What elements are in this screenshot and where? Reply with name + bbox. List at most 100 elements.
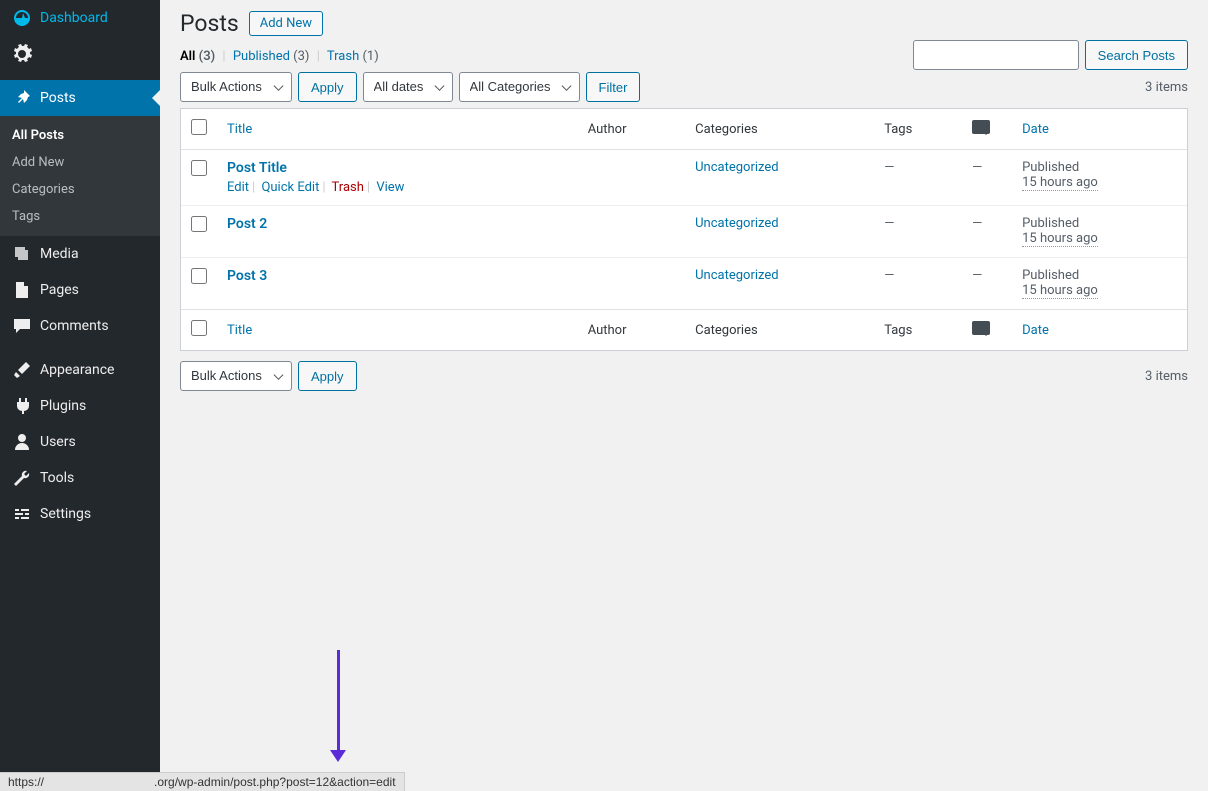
view-link[interactable]: View bbox=[376, 180, 404, 195]
date-filter-select[interactable]: All dates bbox=[363, 72, 453, 102]
submenu-all-posts[interactable]: All Posts bbox=[0, 122, 160, 149]
apply-button-bottom[interactable]: Apply bbox=[298, 361, 357, 391]
menu-pages[interactable]: Pages bbox=[0, 272, 160, 308]
search-box: Search Posts bbox=[913, 40, 1188, 70]
post-title-link[interactable]: Post 2 bbox=[227, 216, 267, 232]
menu-settings[interactable]: Settings bbox=[0, 496, 160, 532]
category-filter-select[interactable]: All Categories bbox=[459, 72, 580, 102]
posts-table: Title Author Categories Tags Date Post T… bbox=[180, 108, 1188, 351]
menu-users[interactable]: Users bbox=[0, 424, 160, 460]
table-row: Post 3 Uncategorized — — Published 15 ho… bbox=[181, 258, 1187, 309]
author-cell bbox=[578, 150, 685, 206]
menu-media[interactable]: Media bbox=[0, 236, 160, 272]
column-title-foot[interactable]: Title bbox=[227, 323, 252, 338]
search-input[interactable] bbox=[913, 40, 1079, 70]
submenu-categories[interactable]: Categories bbox=[0, 176, 160, 203]
row-actions: Edit| Quick Edit| Trash| View bbox=[227, 180, 568, 195]
view-published[interactable]: Published (3) bbox=[233, 49, 310, 64]
sliders-icon bbox=[12, 504, 32, 524]
submenu-tags[interactable]: Tags bbox=[0, 203, 160, 230]
column-author: Author bbox=[578, 109, 685, 150]
wrench-icon bbox=[12, 468, 32, 488]
category-link[interactable]: Uncategorized bbox=[695, 160, 778, 175]
column-date[interactable]: Date bbox=[1022, 122, 1049, 137]
select-all-checkbox-bottom[interactable] bbox=[191, 320, 207, 336]
column-author-foot: Author bbox=[578, 309, 685, 350]
menu-label: Users bbox=[40, 434, 76, 450]
menu-label: Appearance bbox=[40, 362, 114, 378]
menu-posts[interactable]: Posts bbox=[0, 80, 160, 116]
table-row: Post 2 Uncategorized — — Published 15 ho… bbox=[181, 206, 1187, 258]
page-title: Posts bbox=[180, 10, 239, 37]
menu-separator bbox=[0, 344, 160, 352]
column-categories: Categories bbox=[685, 109, 874, 150]
comment-icon bbox=[972, 321, 990, 335]
column-date-foot[interactable]: Date bbox=[1022, 323, 1049, 338]
comments-cell: — bbox=[962, 206, 1012, 258]
comment-icon bbox=[972, 120, 990, 134]
trash-link[interactable]: Trash bbox=[332, 180, 364, 195]
menu-label: Comments bbox=[40, 318, 109, 334]
date-cell: Published 15 hours ago bbox=[1012, 206, 1187, 258]
add-new-button[interactable]: Add New bbox=[249, 11, 323, 36]
menu-label: Media bbox=[40, 246, 79, 262]
pushpin-icon bbox=[12, 88, 32, 108]
menu-label: Pages bbox=[40, 282, 79, 298]
column-categories-foot: Categories bbox=[685, 309, 874, 350]
row-checkbox[interactable] bbox=[191, 268, 207, 284]
menu-appearance[interactable]: Appearance bbox=[0, 352, 160, 388]
post-title-link[interactable]: Post 3 bbox=[227, 268, 267, 284]
filter-button[interactable]: Filter bbox=[586, 72, 641, 102]
comment-icon bbox=[12, 316, 32, 336]
date-cell: Published 15 hours ago bbox=[1012, 258, 1187, 309]
category-link[interactable]: Uncategorized bbox=[695, 216, 778, 231]
admin-sidebar: Dashboard Posts All Posts Add New Catego… bbox=[0, 0, 160, 791]
quick-edit-link[interactable]: Quick Edit bbox=[261, 180, 319, 195]
menu-dashboard[interactable]: Dashboard bbox=[0, 0, 160, 36]
tags-cell: — bbox=[874, 206, 962, 258]
main-content: Posts Add New Search Posts All (3) | Pub… bbox=[160, 0, 1208, 391]
view-all[interactable]: All (3) bbox=[180, 49, 215, 64]
submenu-posts: All Posts Add New Categories Tags bbox=[0, 116, 160, 236]
menu-label: Settings bbox=[40, 506, 91, 522]
bulk-actions-select[interactable]: Bulk Actions bbox=[180, 72, 292, 102]
items-count: 3 items bbox=[1145, 80, 1188, 95]
menu-tools[interactable]: Tools bbox=[0, 460, 160, 496]
brush-icon bbox=[12, 360, 32, 380]
submenu-add-new[interactable]: Add New bbox=[0, 149, 160, 176]
items-count-bottom: 3 items bbox=[1145, 369, 1188, 384]
search-button[interactable]: Search Posts bbox=[1085, 40, 1188, 70]
menu-plugins[interactable]: Plugins bbox=[0, 388, 160, 424]
tags-cell: — bbox=[874, 258, 962, 309]
bulk-actions-select-bottom[interactable]: Bulk Actions bbox=[180, 361, 292, 391]
edit-link[interactable]: Edit bbox=[227, 180, 249, 195]
row-checkbox[interactable] bbox=[191, 216, 207, 232]
plug-icon bbox=[12, 396, 32, 416]
menu-comments[interactable]: Comments bbox=[0, 308, 160, 344]
apply-button[interactable]: Apply bbox=[298, 72, 357, 102]
menu-label: Tools bbox=[40, 470, 74, 486]
comments-cell: — bbox=[962, 258, 1012, 309]
media-icon bbox=[12, 244, 32, 264]
column-tags: Tags bbox=[874, 109, 962, 150]
date-cell: Published 15 hours ago bbox=[1012, 150, 1187, 206]
tags-cell: — bbox=[874, 150, 962, 206]
menu-separator bbox=[0, 72, 160, 80]
page-icon bbox=[12, 280, 32, 300]
view-trash[interactable]: Trash (1) bbox=[327, 49, 379, 64]
dashboard-icon bbox=[12, 8, 32, 28]
menu-label: Plugins bbox=[40, 398, 86, 414]
post-title-link[interactable]: Post Title bbox=[227, 160, 287, 176]
comments-cell: — bbox=[962, 150, 1012, 206]
menu-label: Dashboard bbox=[40, 10, 108, 26]
row-checkbox[interactable] bbox=[191, 160, 207, 176]
column-title[interactable]: Title bbox=[227, 122, 252, 137]
author-cell bbox=[578, 206, 685, 258]
menu-updates[interactable] bbox=[0, 36, 160, 72]
browser-status-bar: https://.org/wp-admin/post.php?post=12&a… bbox=[0, 772, 405, 791]
select-all-checkbox[interactable] bbox=[191, 119, 207, 135]
annotation-arrow bbox=[330, 650, 346, 762]
category-link[interactable]: Uncategorized bbox=[695, 268, 778, 283]
menu-label: Posts bbox=[40, 90, 76, 106]
gear-icon bbox=[12, 44, 32, 64]
